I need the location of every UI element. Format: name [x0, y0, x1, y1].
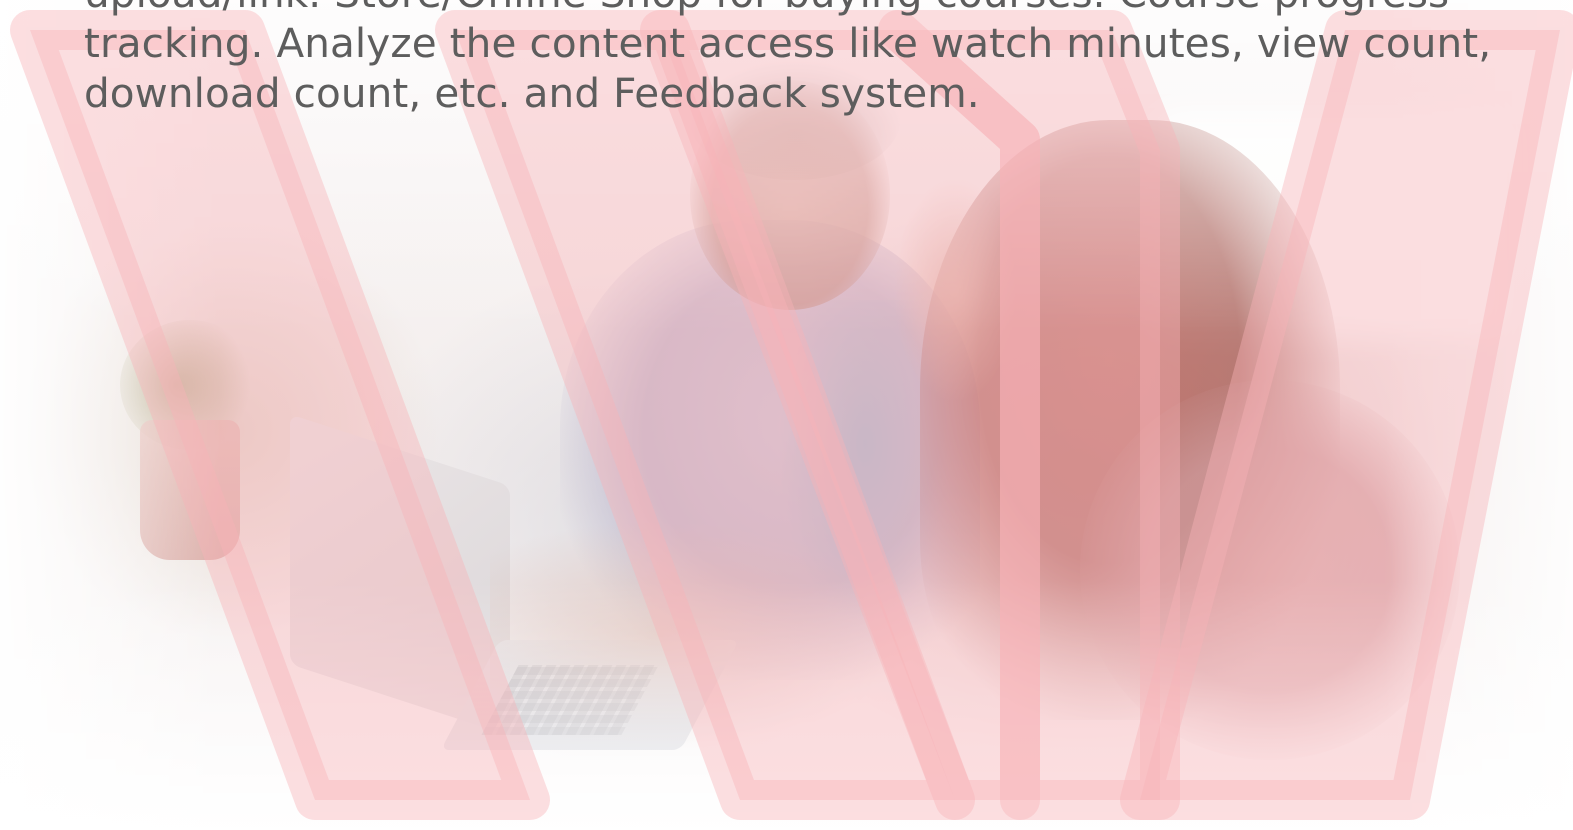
decorative-w-bands: [10, 10, 1573, 820]
w-band-1: [10, 10, 550, 820]
hero-section: upload/link. Store/Online Shop for buyin…: [0, 0, 1573, 830]
w-band-4: [1120, 10, 1573, 820]
feature-description: upload/link. Store/Online Shop for buyin…: [84, 0, 1492, 117]
